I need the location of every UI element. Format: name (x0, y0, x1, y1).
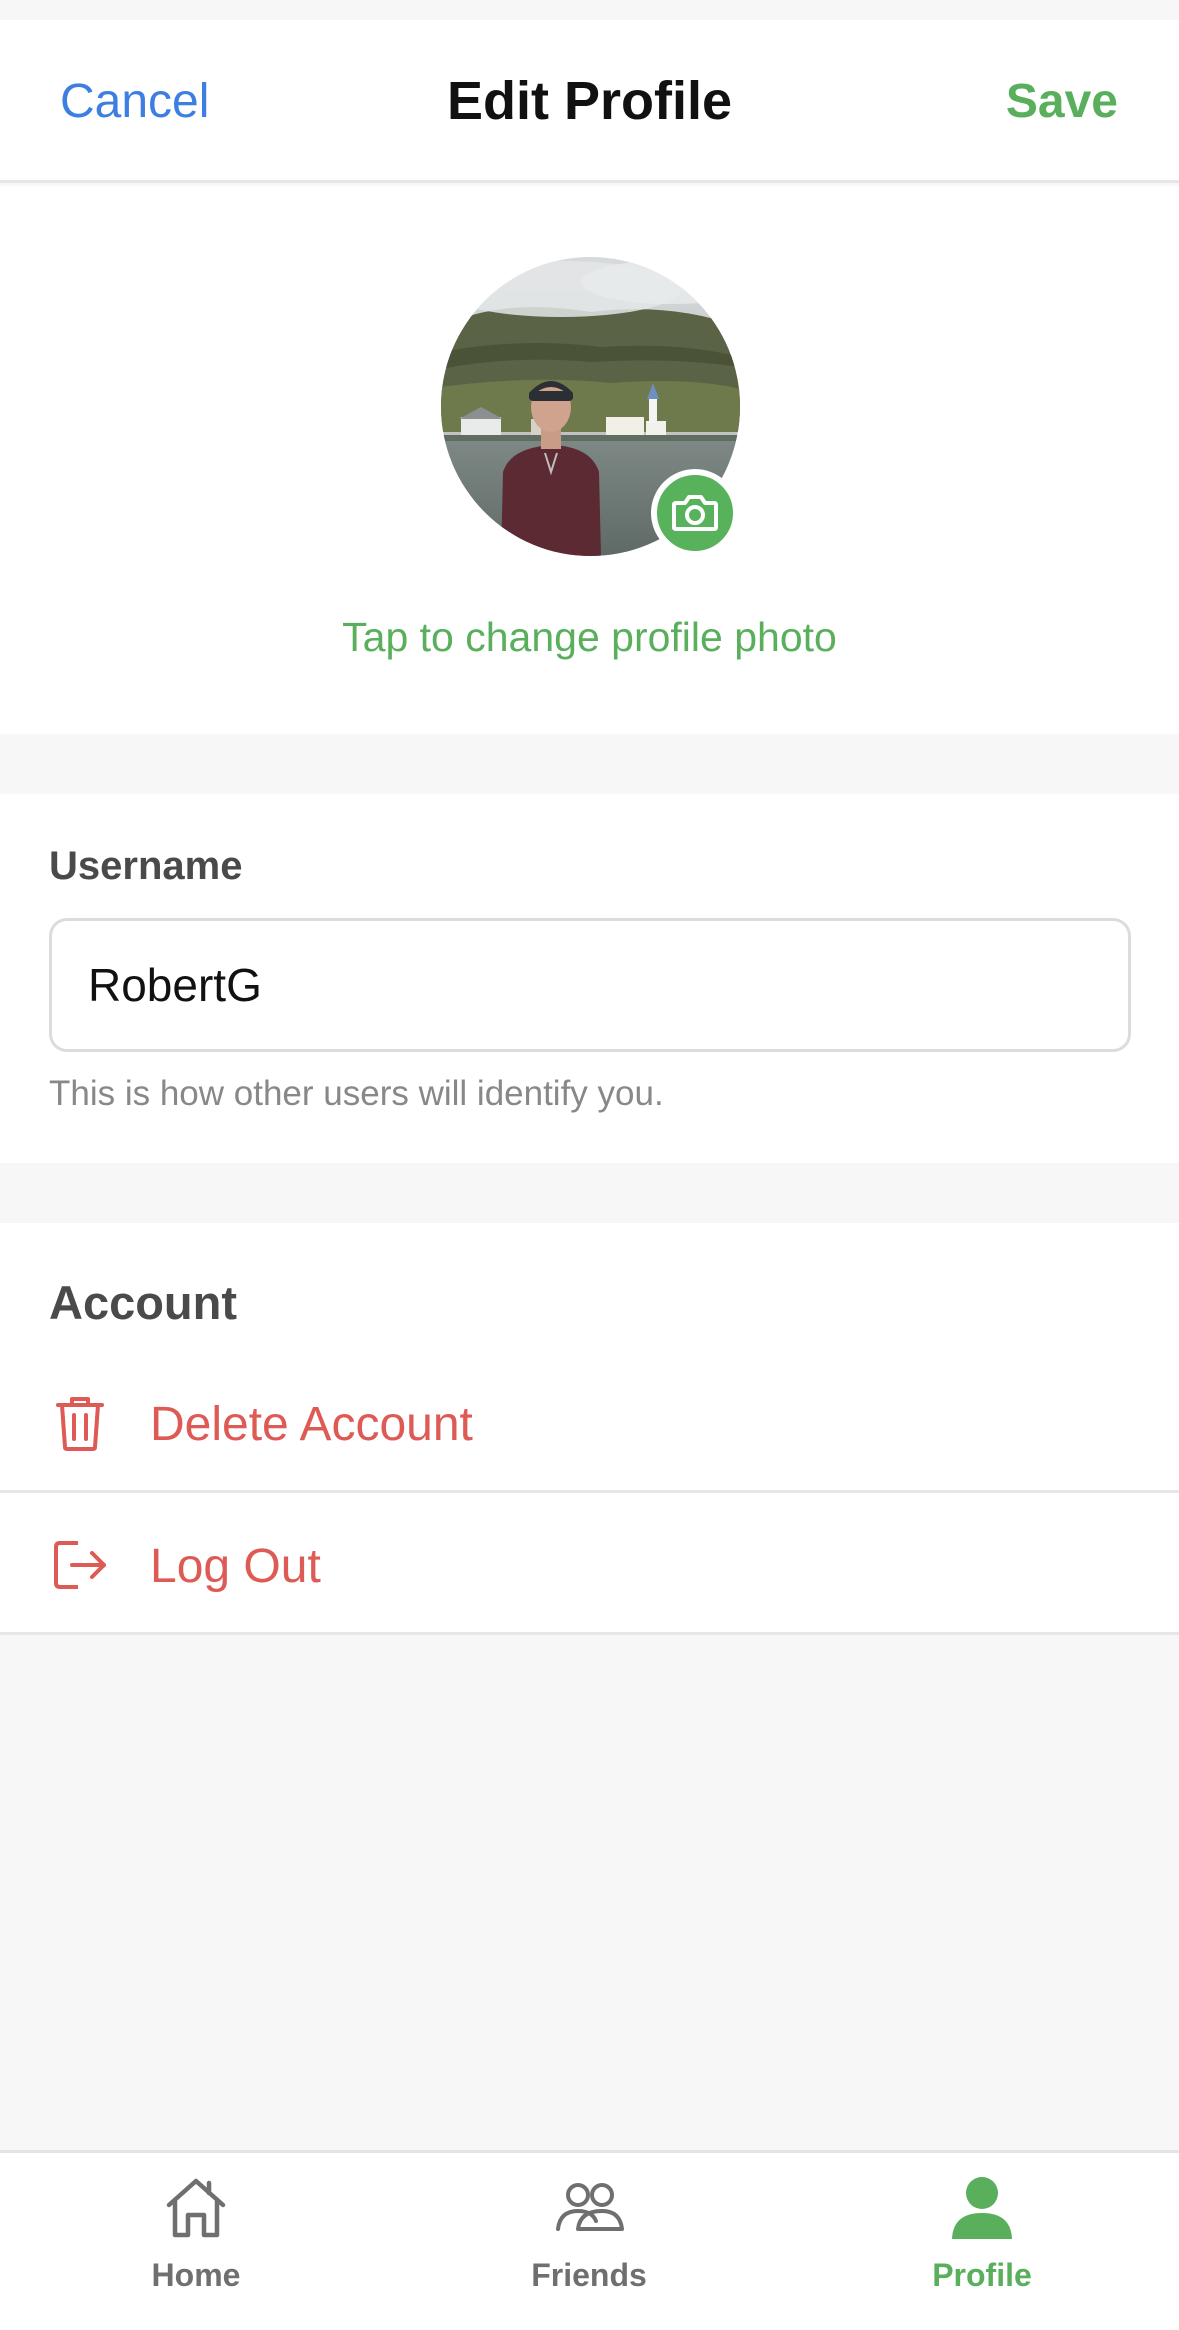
trash-icon (56, 1397, 104, 1451)
tab-friends[interactable]: Friends (459, 2153, 719, 2330)
tab-home-label: Home (151, 2257, 241, 2293)
tab-bar: Home Friends Profile (0, 2150, 1179, 2330)
account-label: Account (49, 1276, 237, 1329)
username-section: Username This is how other users will id… (0, 794, 1179, 1163)
profile-icon (952, 2177, 1012, 2239)
friends-icon (556, 2183, 624, 2231)
cancel-button[interactable]: Cancel (60, 74, 209, 129)
camera-icon[interactable] (651, 469, 739, 557)
edit-profile-screen: Cancel Edit Profile Save Tap to change p… (0, 0, 1179, 2330)
profile-photo-section: Tap to change profile photo (0, 186, 1179, 734)
delete-account-label: Delete Account (150, 1398, 473, 1451)
home-icon (166, 2178, 226, 2238)
change-photo-link[interactable]: Tap to change profile photo (0, 614, 1179, 661)
log-out-label: Log Out (150, 1540, 321, 1593)
username-label: Username (49, 844, 243, 888)
tab-profile[interactable]: Profile (852, 2153, 1112, 2330)
tab-friends-label: Friends (531, 2257, 647, 2293)
nav-header: Cancel Edit Profile Save (0, 20, 1179, 183)
username-hint: This is how other users will identify yo… (49, 1074, 664, 1113)
delete-account-button[interactable]: Delete Account (0, 1353, 1179, 1493)
account-section: Account Delete Account Log Out (0, 1223, 1179, 1635)
logout-icon (54, 1541, 106, 1589)
username-input[interactable] (49, 918, 1131, 1052)
save-button[interactable]: Save (1006, 74, 1118, 129)
log-out-button[interactable]: Log Out (0, 1495, 1179, 1635)
tab-profile-label: Profile (932, 2257, 1032, 2293)
tab-home[interactable]: Home (66, 2153, 326, 2330)
